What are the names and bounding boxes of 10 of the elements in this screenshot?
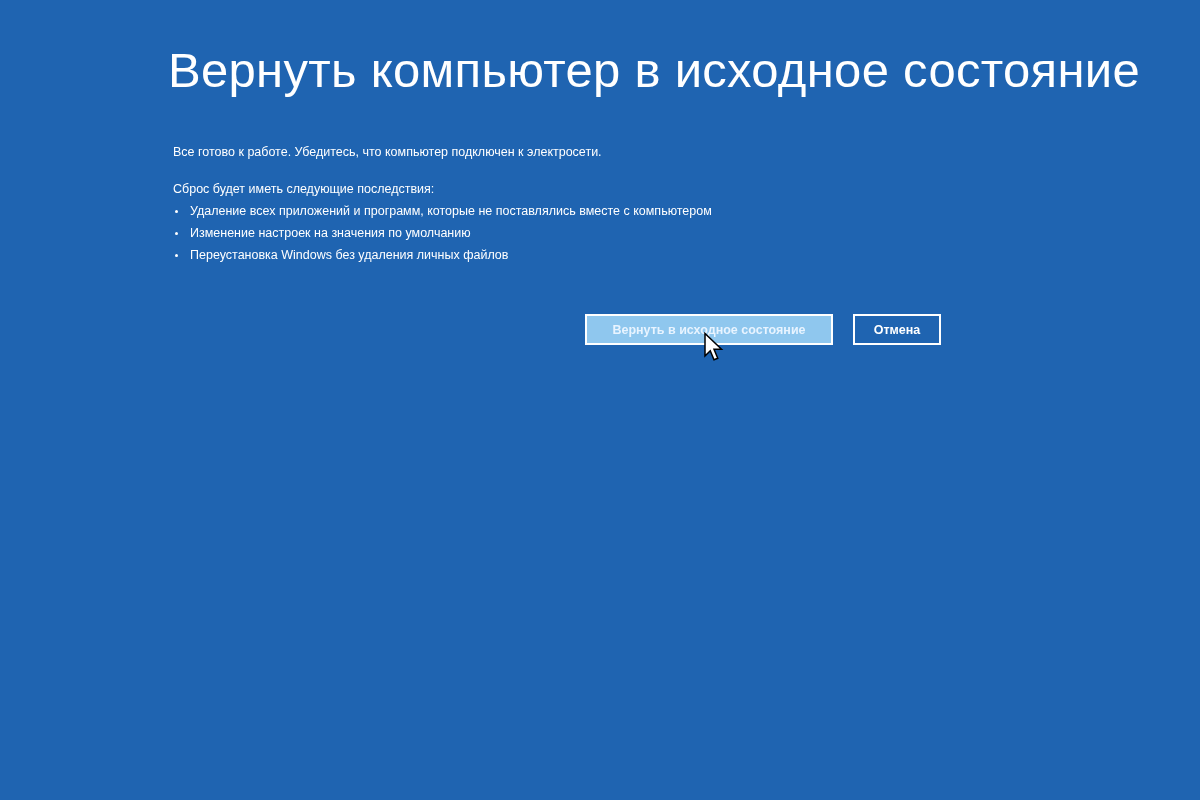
consequence-text: Изменение настроек на значения по умолчанию [190, 226, 471, 240]
cancel-button[interactable]: Отмена [853, 314, 941, 345]
consequence-text: Удаление всех приложений и программ, которые не поставлялись вместе с компьютером [190, 204, 712, 218]
bullet-icon [175, 253, 178, 257]
consequences-heading: Сброс будет иметь следующие последствия: [173, 182, 436, 196]
bullet-icon [175, 231, 178, 235]
page-title: Вернуть компьютер в исходное состояние [168, 42, 1141, 98]
bullet-icon [175, 209, 178, 213]
intro-text: Все готово к работе. Убедитесь, что компьютер подключен к электросети. [173, 145, 603, 159]
consequence-text: Переустановка Windows без удаления личных файлов [190, 248, 509, 262]
